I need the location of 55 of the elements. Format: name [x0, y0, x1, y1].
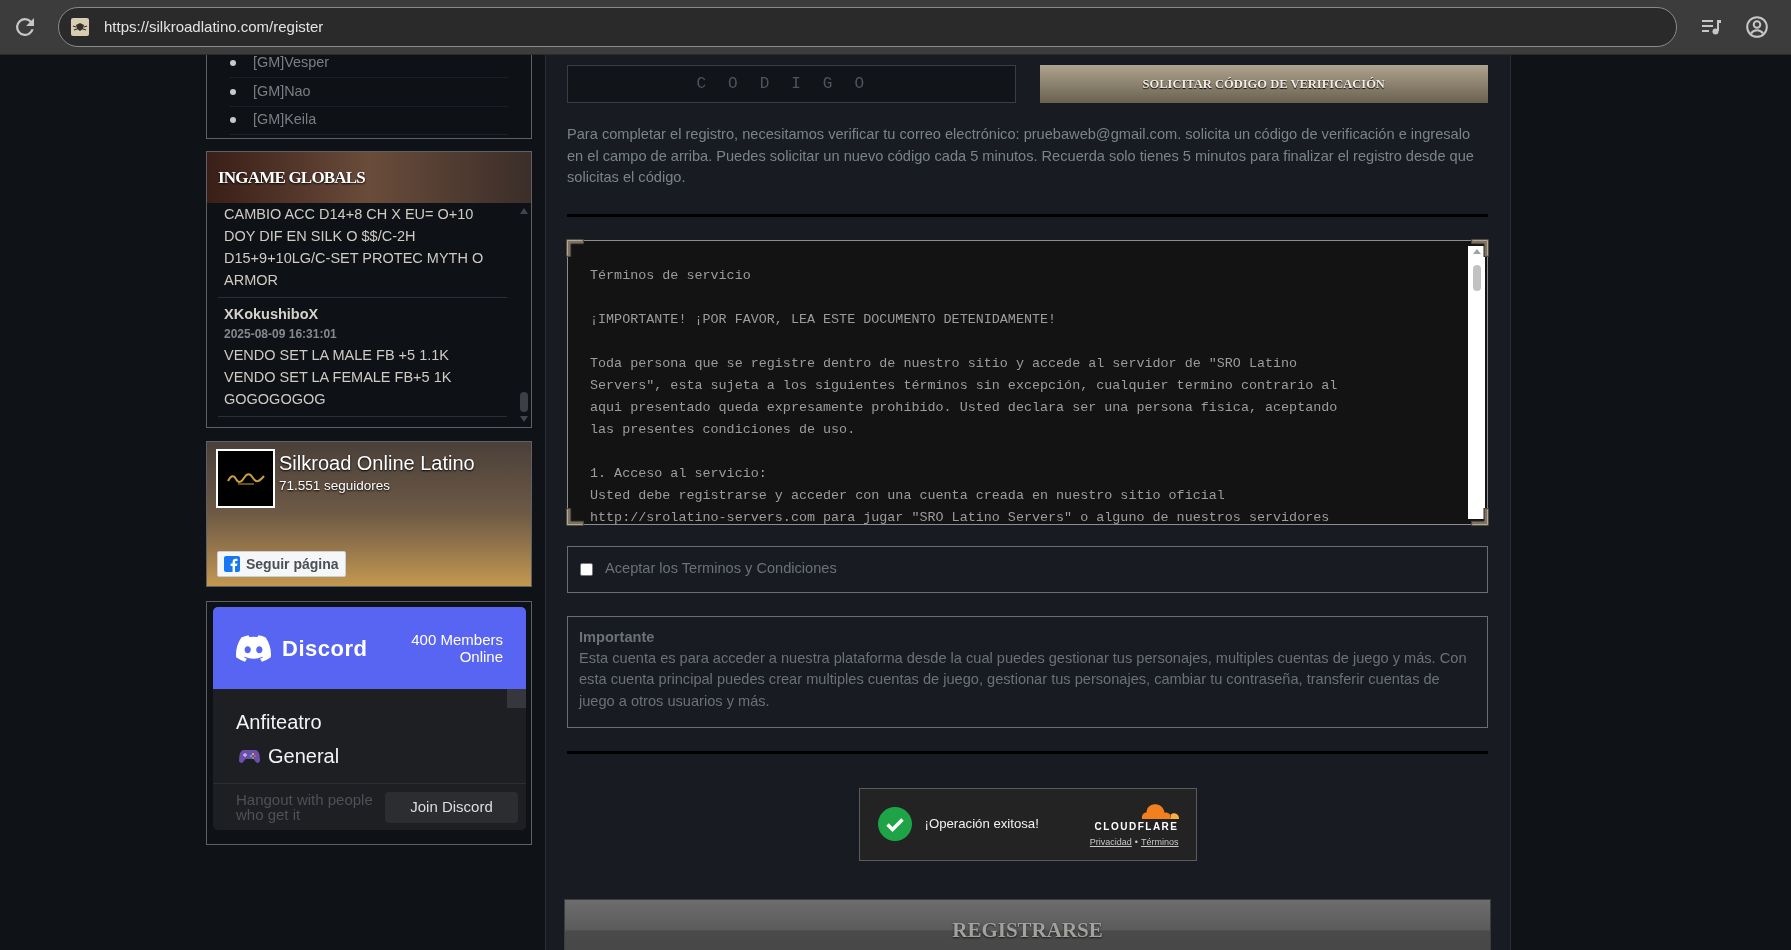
- message-time: 2025-08-09 16:31:01: [224, 326, 338, 343]
- follower-count: 71.551 seguidores: [279, 477, 392, 495]
- scroll-down-icon[interactable]: [520, 416, 528, 422]
- discord-logo-icon: [236, 634, 271, 662]
- page-name[interactable]: Silkroad Online Latino: [279, 451, 475, 475]
- site-favicon-icon: [71, 18, 89, 36]
- facebook-icon: [224, 556, 240, 572]
- code-input-field[interactable]: CODIGO: [567, 65, 1016, 103]
- privacy-link[interactable]: Privacidad: [1089, 836, 1132, 848]
- terms-paragraph: 1. Acceso al servicio: Usted debe registrarse y acceder con una cuenta creada en nuestro sitio oficial http://srolatino-servers.com para jugar "SRO Latino Servers" o alguno de nuestros servidores: [590, 464, 1331, 524]
- terms-textarea[interactable]: [567, 239, 1488, 525]
- brand-wordmark: CLOUDFLARE: [1094, 821, 1179, 833]
- staff-name[interactable]: [GM]Nao: [253, 80, 311, 103]
- page-logo-icon: [216, 449, 275, 508]
- scrollbar-thumb[interactable]: [1472, 264, 1481, 291]
- terms-paragraph: Toda persona que se registre dentro de nuestro sitio y accede al servidor de "SRO Latino Servers", esta sujeta a los siguientes términos sin excepción, cualquier termino contrario al aqui presentado queda expresamente prohibido. Usted declara ser una persona fisica, aceptando las presentes condiciones de uso.: [590, 354, 1339, 439]
- bullet-icon: [230, 117, 236, 124]
- members-online-count: 400 Members Online: [410, 631, 503, 665]
- corner-ornament-icon: [566, 238, 584, 257]
- message-text: VENDO SET LA MALE FB +5 1.1K VENDO SET LA FEMALE FB+5 1K GOGOGOGOG: [224, 346, 453, 409]
- corner-ornament-icon: [1471, 507, 1489, 526]
- captcha-status-text: ¡Operación exitosa!: [924, 815, 1039, 834]
- follow-page-button[interactable]: Seguir página: [217, 551, 346, 577]
- channel-name[interactable]: Anfiteatro: [236, 710, 322, 734]
- corner-ornament-icon: [566, 507, 584, 526]
- terms-checkbox[interactable]: [580, 562, 593, 576]
- profile-icon[interactable]: [1746, 16, 1768, 38]
- discord-wordmark: Discord: [282, 634, 368, 663]
- notice-title: Importante: [579, 627, 656, 647]
- message-text: CAMBIO ACC D14+8 CH X EU= O+10 DOY DIF EN SILK O $$/C-2H D15+9+10LG/C-SET PROTEC MYTH O ARMOR: [224, 205, 485, 290]
- terms-link[interactable]: Términos: [1141, 836, 1179, 848]
- address-bar[interactable]: https://silkroadlatino.com/register: [58, 7, 1677, 47]
- staff-name[interactable]: [GM]Keila: [253, 109, 317, 132]
- bullet-icon: [230, 88, 236, 95]
- gamepad-icon: [239, 748, 260, 764]
- scrollbar-thumb[interactable]: [520, 392, 528, 412]
- section-title: INGAME GLOBALS: [218, 166, 366, 189]
- bullet-icon: [230, 60, 236, 67]
- join-discord-button[interactable]: Join Discord: [385, 791, 518, 823]
- channel-name[interactable]: General: [268, 744, 340, 768]
- reload-icon[interactable]: [16, 18, 34, 36]
- scrollbar-thumb[interactable]: [507, 689, 526, 708]
- corner-ornament-icon: [1471, 238, 1489, 257]
- scroll-up-icon[interactable]: [1472, 248, 1481, 254]
- checkbox-label[interactable]: Aceptar los Terminos y Condiciones: [605, 558, 837, 580]
- scroll-up-icon[interactable]: [520, 208, 528, 214]
- notice-text: Esta cuenta es para acceder a nuestra plataforma desde la cual puedes gestionar tus personajes, multiples cuentas de juego y más. Con esta cuenta principal puedes crear multiples cuentas de juego, gestionar tus personajes, cambiar tu contraseña, transferir cuentas de juego a otros usuarios y más.: [579, 648, 1468, 711]
- staff-name[interactable]: [GM]Vesper: [253, 55, 329, 75]
- terms-paragraph: ¡IMPORTANTE! ¡POR FAVOR, LEA ESTE DOCUMENTO DETENIDAMENTE!: [590, 310, 1058, 329]
- scrollbar[interactable]: [1468, 245, 1485, 519]
- message-author: XKokushiboX: [224, 305, 320, 324]
- verification-notice: Para completar el registro, necesitamos verificar tu correo electrónico: pruebaweb@gmail.com. solicita un código de verificación e ingresalo en el campo de arriba. Puedes solicitar un nuevo código cada 5 minutos. Recuerda solo tienes 5 minutos para finalizar el registro desde que solicitas el código.: [567, 125, 1475, 187]
- music-list-icon[interactable]: [1701, 18, 1721, 36]
- terms-title: Términos de servicio: [590, 266, 752, 285]
- link-separator: •: [1134, 836, 1138, 848]
